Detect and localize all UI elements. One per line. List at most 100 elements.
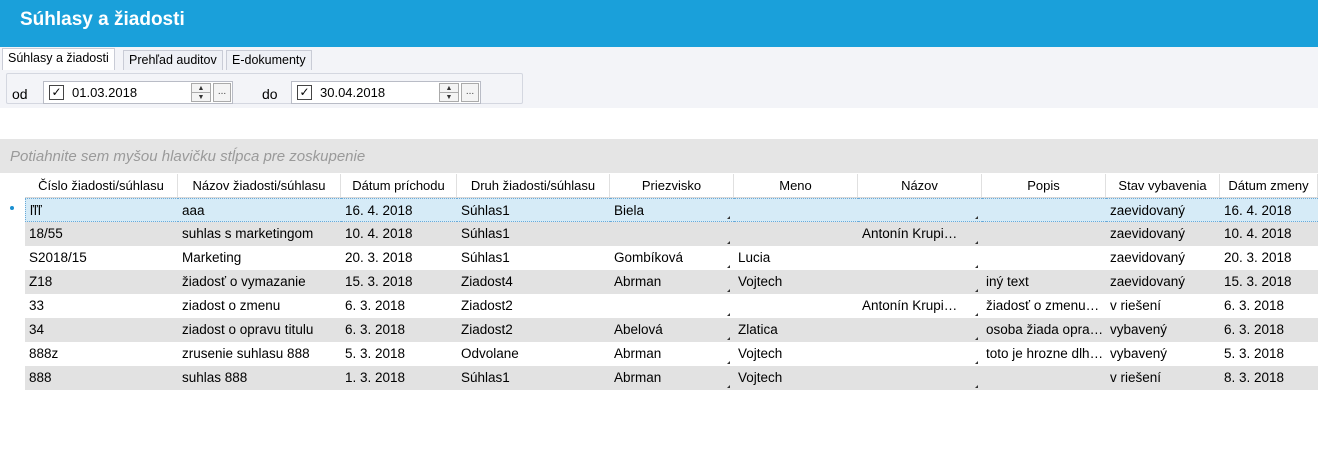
spin-down-icon[interactable]: ▼ [440, 93, 458, 102]
header-col-nazov-ziadosti[interactable]: Názov žiadosti/súhlasu [178, 174, 341, 198]
cell-col-stav[interactable]: v riešení [1106, 294, 1220, 318]
cell-col-meno[interactable]: Zlatica [734, 318, 858, 342]
table-row[interactable]: Z18 žiadosť o vymazanie 15. 3. 2018 Ziadost… [0, 270, 1318, 294]
cell-col-nazov[interactable]: Antonín Krupi… [858, 222, 982, 246]
cell-col-datum-prichodu[interactable]: 5. 3. 2018 [341, 342, 457, 366]
cell-col-druh[interactable]: Ziadost2 [457, 318, 610, 342]
table-row[interactable]: ľľľ aaa 16. 4. 2018 Súhlas1 Biela zaevidovaný… [0, 198, 1318, 222]
cell-col-nazov-ziadosti[interactable]: ziadost o zmenu [178, 294, 341, 318]
cell-col-stav[interactable]: zaevidovaný [1106, 246, 1220, 270]
cell-col-priezvisko[interactable] [610, 294, 734, 318]
cell-col-nazov-ziadosti[interactable]: žiadosť o vymazanie [178, 270, 341, 294]
cell-col-stav[interactable]: zaevidovaný [1106, 198, 1220, 222]
group-by-panel[interactable]: Potiahnite sem myšou hlavičku stĺpca pre… [0, 139, 1318, 173]
cell-col-nazov-ziadosti[interactable]: Marketing [178, 246, 341, 270]
to-date-checkbox[interactable]: ✓ [297, 85, 312, 100]
cell-col-popis[interactable] [982, 366, 1106, 390]
cell-col-nazov-ziadosti[interactable]: suhlas s marketingom [178, 222, 341, 246]
tab-prehlad-auditov[interactable]: Prehľad auditov [123, 50, 223, 70]
cell-col-cislo[interactable]: 888z [25, 342, 178, 366]
cell-col-datum-zmeny[interactable]: 6. 3. 2018 [1220, 318, 1318, 342]
to-date-picker[interactable]: ✓ 30.04.2018 ▲ ▼ ... [291, 81, 481, 104]
cell-col-meno[interactable] [734, 222, 858, 246]
cell-col-meno[interactable]: Vojtech [734, 342, 858, 366]
cell-col-datum-zmeny[interactable]: 8. 3. 2018 [1220, 366, 1318, 390]
cell-col-druh[interactable]: Súhlas1 [457, 246, 610, 270]
cell-col-stav[interactable]: zaevidovaný [1106, 222, 1220, 246]
from-date-spinner[interactable]: ▲ ▼ [191, 83, 211, 102]
cell-col-priezvisko[interactable]: Gombíková [610, 246, 734, 270]
cell-col-popis[interactable]: toto je hrozne dlh… [982, 342, 1106, 366]
cell-col-priezvisko[interactable]: Abrman [610, 270, 734, 294]
cell-col-nazov-ziadosti[interactable]: zrusenie suhlasu 888 [178, 342, 341, 366]
cell-col-stav[interactable]: v riešení [1106, 366, 1220, 390]
cell-col-meno[interactable]: Vojtech [734, 366, 858, 390]
cell-col-datum-prichodu[interactable]: 6. 3. 2018 [341, 318, 457, 342]
table-row[interactable]: 888z zrusenie suhlasu 888 5. 3. 2018 Odvola… [0, 342, 1318, 366]
cell-col-nazov[interactable] [858, 198, 982, 222]
cell-col-nazov[interactable] [858, 270, 982, 294]
cell-col-druh[interactable]: Súhlas1 [457, 366, 610, 390]
header-col-meno[interactable]: Meno [734, 174, 858, 198]
cell-col-datum-zmeny[interactable]: 15. 3. 2018 [1220, 270, 1318, 294]
cell-col-datum-zmeny[interactable]: 5. 3. 2018 [1220, 342, 1318, 366]
cell-col-druh[interactable]: Súhlas1 [457, 222, 610, 246]
header-col-priezvisko[interactable]: Priezvisko [610, 174, 734, 198]
cell-col-popis[interactable]: žiadosť o zmenu… [982, 294, 1106, 318]
cell-col-datum-prichodu[interactable]: 16. 4. 2018 [341, 198, 457, 222]
cell-col-datum-prichodu[interactable]: 6. 3. 2018 [341, 294, 457, 318]
header-col-nazov[interactable]: Názov [858, 174, 982, 198]
cell-col-priezvisko[interactable]: Abrman [610, 366, 734, 390]
cell-col-stav[interactable]: zaevidovaný [1106, 270, 1220, 294]
cell-col-meno[interactable] [734, 294, 858, 318]
cell-col-cislo[interactable]: ľľľ [25, 198, 178, 222]
cell-col-popis[interactable] [982, 246, 1106, 270]
spin-down-icon[interactable]: ▼ [192, 93, 210, 102]
header-col-cislo[interactable]: Číslo žiadosti/súhlasu [25, 174, 178, 198]
cell-col-popis[interactable]: osoba žiada opra… [982, 318, 1106, 342]
cell-col-nazov[interactable] [858, 318, 982, 342]
cell-col-priezvisko[interactable]: Biela [610, 198, 734, 222]
cell-col-nazov-ziadosti[interactable]: ziadost o opravu titulu [178, 318, 341, 342]
to-date-ellipsis-button[interactable]: ... [461, 83, 479, 102]
cell-col-stav[interactable]: vybavený [1106, 318, 1220, 342]
to-date-spinner[interactable]: ▲ ▼ [439, 83, 459, 102]
cell-col-stav[interactable]: vybavený [1106, 342, 1220, 366]
cell-col-datum-zmeny[interactable]: 16. 4. 2018 [1220, 198, 1318, 222]
cell-col-datum-zmeny[interactable]: 6. 3. 2018 [1220, 294, 1318, 318]
cell-col-nazov[interactable] [858, 366, 982, 390]
cell-col-cislo[interactable]: Z18 [25, 270, 178, 294]
cell-col-cislo[interactable]: 18/55 [25, 222, 178, 246]
cell-col-nazov[interactable] [858, 342, 982, 366]
from-date-value[interactable]: 01.03.2018 [72, 85, 137, 100]
table-row[interactable]: 34 ziadost o opravu titulu 6. 3. 2018 Ziado… [0, 318, 1318, 342]
header-col-stav[interactable]: Stav vybavenia [1106, 174, 1220, 198]
cell-col-cislo[interactable]: S2018/15 [25, 246, 178, 270]
spin-up-icon[interactable]: ▲ [192, 84, 210, 93]
cell-col-datum-zmeny[interactable]: 20. 3. 2018 [1220, 246, 1318, 270]
cell-col-priezvisko[interactable] [610, 222, 734, 246]
cell-col-cislo[interactable]: 888 [25, 366, 178, 390]
cell-col-cislo[interactable]: 33 [25, 294, 178, 318]
table-row[interactable]: S2018/15 Marketing 20. 3. 2018 Súhlas1 Gombí… [0, 246, 1318, 270]
header-col-druh[interactable]: Druh žiadosti/súhlasu [457, 174, 610, 198]
cell-col-druh[interactable]: Odvolane [457, 342, 610, 366]
cell-col-nazov[interactable]: Antonín Krupi… [858, 294, 982, 318]
table-row[interactable]: 888 suhlas 888 1. 3. 2018 Súhlas1 Abrman Vojt… [0, 366, 1318, 390]
cell-col-nazov-ziadosti[interactable]: suhlas 888 [178, 366, 341, 390]
from-date-ellipsis-button[interactable]: ... [213, 83, 231, 102]
cell-col-druh[interactable]: Ziadost2 [457, 294, 610, 318]
cell-col-popis[interactable]: iný text [982, 270, 1106, 294]
cell-col-nazov[interactable] [858, 246, 982, 270]
tab-suhlasy-a-ziadosti[interactable]: Súhlasy a žiadosti [2, 48, 115, 70]
from-date-picker[interactable]: ✓ 01.03.2018 ▲ ▼ ... [43, 81, 233, 104]
cell-col-priezvisko[interactable]: Abrman [610, 342, 734, 366]
cell-col-datum-zmeny[interactable]: 10. 4. 2018 [1220, 222, 1318, 246]
cell-col-priezvisko[interactable]: Abelová [610, 318, 734, 342]
cell-col-nazov-ziadosti[interactable]: aaa [178, 198, 341, 222]
cell-col-druh[interactable]: Súhlas1 [457, 198, 610, 222]
cell-col-meno[interactable] [734, 198, 858, 222]
tab-e-dokumenty[interactable]: E-dokumenty [226, 50, 312, 70]
cell-col-cislo[interactable]: 34 [25, 318, 178, 342]
cell-col-datum-prichodu[interactable]: 1. 3. 2018 [341, 366, 457, 390]
